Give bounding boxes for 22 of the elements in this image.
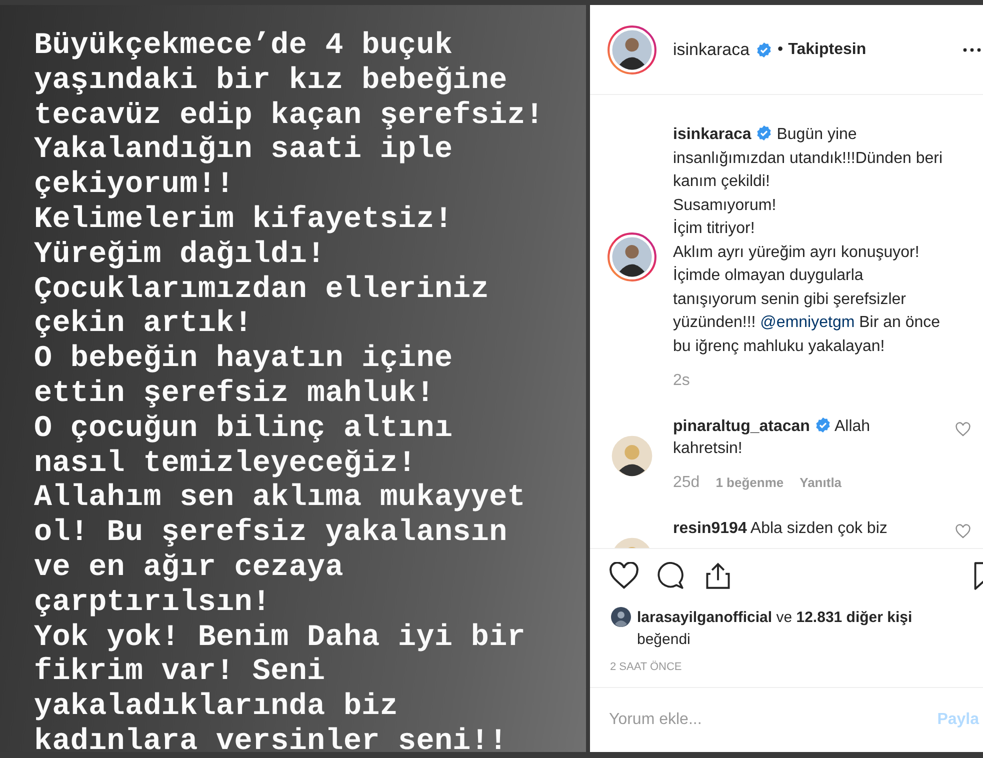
separator: • [778, 40, 784, 58]
more-options-icon[interactable] [963, 48, 981, 52]
comment-icon[interactable] [656, 562, 686, 590]
avatar[interactable] [610, 434, 654, 478]
username-link[interactable]: isinkaraca [673, 126, 752, 143]
caption-time: 2s [673, 372, 690, 390]
avatar[interactable] [611, 607, 631, 627]
avatar[interactable] [607, 232, 657, 282]
post-timestamp: 2 SAAT ÖNCE [609, 660, 683, 673]
comment-time: 25d [673, 474, 700, 492]
caption-text: isinkaraca Bugün yine insanlığımızdan utandık!!!Dünden beri kanım çekildi! Susamıyorum! İçim titriyor! Aklım ayrı yüreğim ayrı konuşuyor! İçimde olmayan duygularla tanışıyorum senin gibi şerefsizler yüzünden!!! @emniyetgm Bir an önce bu iğrenç mahluku yakalayan! [673, 124, 942, 356]
comment-text: pinaraltug_atacan Allah kahretsin! [673, 416, 872, 459]
post-image-text: Büyükçekmece’de 4 buçuk yaşındaki bir kız bebeğine tecavüz edip kaçan şerefsiz! Yakalandığın saati iple çekiyorum!! Kelimelerim kifayetsiz! Yüreğim dağıldı! Çocuklarımızdan elleriniz çekin artık! O bebeğin hayatın içine ettin şerefsiz mahluk! O çocuğun bilinç altını nasıl temizleyeceğiz! Allahım sen aklıma mukayyet ol! Bu şerefsiz yakalansın ve en ağır cezaya çarptırılsın! Yok yok! Benim Daha iyi bir fikrim var! Seni yakaladıklarında biz kadınlara versinler seni!! [33, 28, 545, 752]
username-link[interactable]: isinkaraca [673, 40, 750, 60]
username-link[interactable]: resin9194 [673, 520, 747, 537]
avatar[interactable] [607, 24, 657, 74]
following-link[interactable]: Takiptesin [788, 40, 866, 58]
comment-text: resin9194 Abla sizden çok biz [673, 519, 888, 539]
mention-link[interactable]: @emniyetgm [760, 314, 855, 331]
heart-icon[interactable] [609, 562, 639, 590]
username-link[interactable]: pinaraltug_atacan [673, 418, 810, 435]
likes-text: larasayilganofficial ve 12.831 diğer kişi beğendi [637, 608, 914, 650]
